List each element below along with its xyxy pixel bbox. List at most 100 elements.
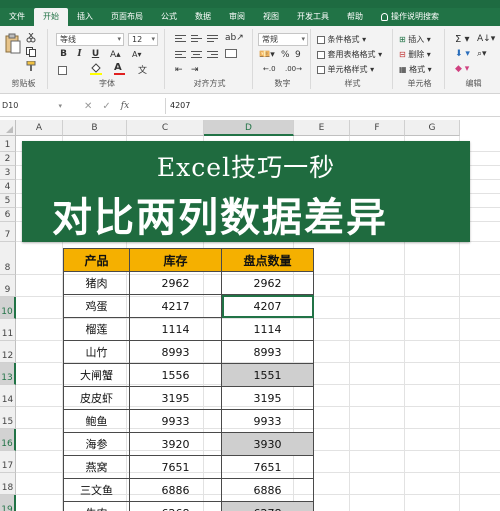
count-cell[interactable]: 6278 [221,501,314,511]
font-name-select[interactable]: 等线 ▾ [56,33,124,46]
bold-button[interactable]: B [58,49,69,59]
product-cell[interactable]: 山竹 [63,340,130,364]
insert-cells-button[interactable]: ⊞ 插入 ▾ [399,34,431,45]
clear-button[interactable]: ◆ ▾ [455,64,469,74]
font-color-button[interactable]: A [114,62,125,75]
column-header-g[interactable]: G [405,120,460,136]
phonetic-button[interactable]: 文 [138,63,147,76]
stock-cell[interactable]: 7651 [129,455,222,479]
row-header-9[interactable]: 9 [0,275,16,297]
autosum-button[interactable]: Σ ▾ [455,34,470,45]
increase-indent-button[interactable]: ⇥ [191,65,199,75]
stock-cell[interactable]: 9933 [129,409,222,433]
cut-button[interactable] [26,32,36,45]
fill-color-button[interactable] [90,63,102,77]
percent-button[interactable]: % [281,50,290,60]
format-painter-button[interactable] [26,60,36,73]
tab-data[interactable]: 数据 [186,8,220,26]
sort-filter-button[interactable]: A↓▾ [477,34,495,44]
select-all-button[interactable] [0,120,16,136]
row-header-3[interactable]: 3 [0,166,16,180]
stock-cell[interactable]: 1556 [129,363,222,387]
copy-button[interactable] [26,47,36,59]
row-header-12[interactable]: 12 [0,341,16,363]
stock-cell[interactable]: 3920 [129,432,222,456]
product-cell[interactable]: 燕窝 [63,455,130,479]
row-header-18[interactable]: 18 [0,473,16,495]
format-cells-button[interactable]: ▦ 格式 ▾ [399,64,432,75]
tab-formulas[interactable]: 公式 [152,8,186,26]
tell-me-search[interactable]: 操作说明搜索 [372,8,448,26]
product-cell[interactable]: 大闸蟹 [63,363,130,387]
align-bottom-icon[interactable] [207,35,218,44]
format-as-table-button[interactable]: 套用表格格式 ▾ [317,49,382,60]
row-header-6[interactable]: 6 [0,208,16,222]
underline-button[interactable]: U [90,49,101,59]
count-cell[interactable]: 2962 [221,271,314,295]
row-header-4[interactable]: 4 [0,180,16,194]
cancel-icon[interactable]: ✕ [84,101,92,112]
font-size-select[interactable]: 12 ▾ [128,33,158,46]
tab-help[interactable]: 帮助 [338,8,372,26]
row-header-13[interactable]: 13 [0,363,16,385]
count-cell[interactable]: 1114 [221,317,314,341]
tab-home[interactable]: 开始 [34,8,68,26]
row-header-10[interactable]: 10 [0,297,16,319]
stock-cell[interactable]: 6886 [129,478,222,502]
font-grow-button[interactable]: A▴ [110,50,121,60]
count-cell[interactable]: 6886 [221,478,314,502]
fill-button[interactable]: ⬇ ▾ [455,49,470,59]
comma-button[interactable]: 9 [295,50,301,60]
align-right-icon[interactable] [207,51,218,60]
accounting-format-button[interactable]: 💴▾ [259,50,275,60]
italic-button[interactable]: I [74,49,85,59]
paste-button[interactable] [4,33,22,57]
row-header-11[interactable]: 11 [0,319,16,341]
row-header-5[interactable]: 5 [0,194,16,208]
product-cell[interactable]: 鸡蛋 [63,294,130,318]
tab-file[interactable]: 文件 [0,8,34,26]
tab-review[interactable]: 审阅 [220,8,254,26]
column-header-f[interactable]: F [350,120,405,136]
tab-insert[interactable]: 插入 [68,8,102,26]
stock-cell[interactable]: 6268 [129,501,222,511]
stock-cell[interactable]: 4217 [129,294,222,318]
row-header-16[interactable]: 16 [0,429,16,451]
name-box[interactable]: D10 ▾ [0,98,64,114]
decrease-indent-button[interactable]: ⇤ [175,65,183,75]
row-header-15[interactable]: 15 [0,407,16,429]
count-cell[interactable]: 4207 [221,294,314,318]
increase-decimal-button[interactable]: ←.0 [263,65,276,73]
tab-developer[interactable]: 开发工具 [288,8,338,26]
conditional-format-button[interactable]: 条件格式 ▾ [317,34,366,45]
borders-button[interactable] [58,66,67,75]
product-cell[interactable]: 榴莲 [63,317,130,341]
align-top-icon[interactable] [175,35,186,44]
product-cell[interactable]: 三文鱼 [63,478,130,502]
column-header-a[interactable]: A [16,120,63,136]
formula-input[interactable]: 4207 [165,98,500,114]
column-header-c[interactable]: C [127,120,204,136]
row-header-17[interactable]: 17 [0,451,16,473]
row-header-8[interactable]: 8 [0,242,16,275]
align-middle-icon[interactable] [191,35,202,44]
orientation-button[interactable]: ab↗ [225,33,244,43]
align-center-icon[interactable] [191,51,202,60]
count-cell[interactable]: 9933 [221,409,314,433]
row-header-2[interactable]: 2 [0,152,16,166]
count-cell[interactable]: 7651 [221,455,314,479]
stock-cell[interactable]: 8993 [129,340,222,364]
cell-styles-button[interactable]: 单元格样式 ▾ [317,64,374,75]
find-select-button[interactable]: ⌕▾ [477,49,487,59]
header-stock[interactable]: 库存 [129,248,222,272]
row-header-7[interactable]: 7 [0,222,16,242]
tab-view[interactable]: 视图 [254,8,288,26]
decrease-decimal-button[interactable]: .00→ [285,65,302,73]
row-header-14[interactable]: 14 [0,385,16,407]
count-cell[interactable]: 3195 [221,386,314,410]
font-shrink-button[interactable]: A▾ [132,50,142,59]
count-cell[interactable]: 3930 [221,432,314,456]
stock-cell[interactable]: 3195 [129,386,222,410]
product-cell[interactable]: 鲍鱼 [63,409,130,433]
align-left-icon[interactable] [175,51,186,60]
